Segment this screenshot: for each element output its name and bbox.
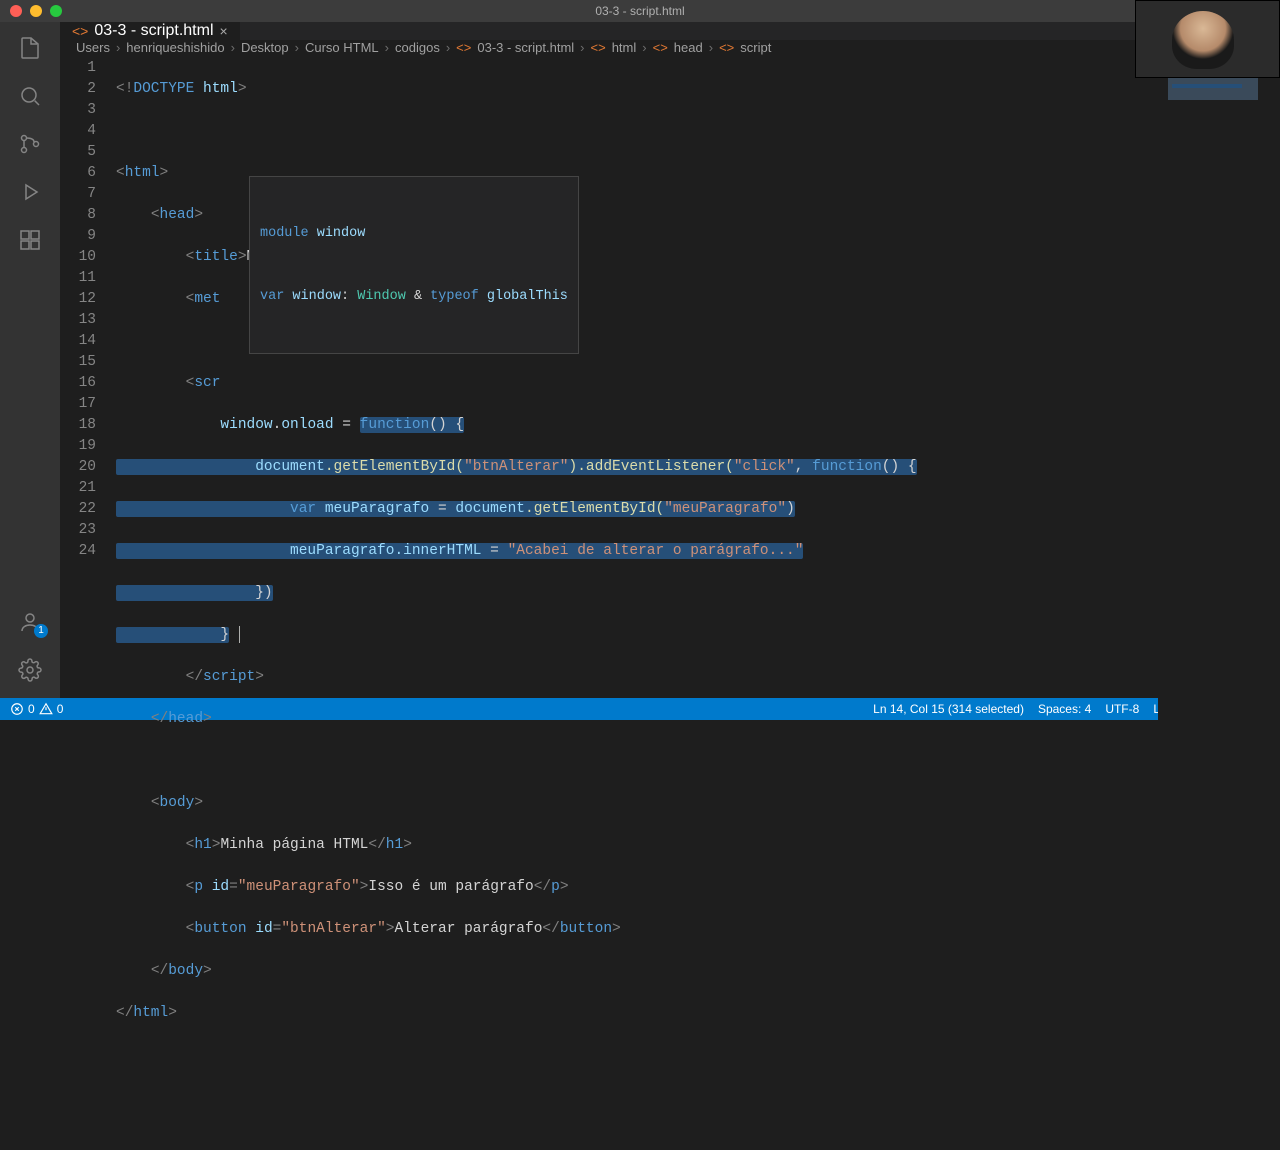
minimap[interactable]: [1158, 56, 1280, 1150]
accounts-icon[interactable]: 1: [16, 608, 44, 636]
tag-icon: <>: [653, 40, 668, 55]
errors-count: 0: [28, 702, 35, 716]
search-icon[interactable]: [16, 82, 44, 110]
breadcrumb-item[interactable]: Users: [76, 40, 110, 55]
run-debug-icon[interactable]: [16, 178, 44, 206]
breadcrumb-item[interactable]: henriqueshishido: [126, 40, 224, 55]
explorer-icon[interactable]: [16, 34, 44, 62]
editor-tabs: <> 03-3 - script.html ×: [60, 22, 1280, 40]
line-number-gutter: 123456789101112131415161718192021222324: [60, 56, 116, 1150]
html-file-icon: <>: [456, 40, 471, 55]
breadcrumb-item[interactable]: head: [674, 40, 703, 55]
breadcrumb-item[interactable]: Curso HTML: [305, 40, 379, 55]
code-content[interactable]: <!DOCTYPE html> <html> <head> <title>Min…: [116, 56, 1158, 1150]
breadcrumbs[interactable]: Users› henriqueshishido› Desktop› Curso …: [60, 40, 1280, 56]
breadcrumb-item[interactable]: codigos: [395, 40, 440, 55]
tab-label: 03-3 - script.html: [94, 22, 213, 40]
accounts-badge: 1: [34, 624, 48, 638]
titlebar: 03-3 - script.html: [0, 0, 1280, 22]
breadcrumb-item[interactable]: script: [740, 40, 771, 55]
window-controls: [0, 5, 62, 17]
code-editor[interactable]: 123456789101112131415161718192021222324 …: [60, 56, 1280, 1150]
minimize-window-button[interactable]: [30, 5, 42, 17]
breadcrumb-item[interactable]: Desktop: [241, 40, 289, 55]
source-control-icon[interactable]: [16, 130, 44, 158]
close-tab-icon[interactable]: ×: [220, 23, 228, 39]
extensions-icon[interactable]: [16, 226, 44, 254]
status-errors[interactable]: 0 0: [10, 702, 63, 716]
webcam-overlay: [1135, 0, 1280, 78]
tab-scripthtml[interactable]: <> 03-3 - script.html ×: [60, 22, 241, 40]
settings-gear-icon[interactable]: [16, 656, 44, 684]
maximize-window-button[interactable]: [50, 5, 62, 17]
breadcrumb-item[interactable]: 03-3 - script.html: [477, 40, 574, 55]
tag-icon: <>: [719, 40, 734, 55]
window-title: 03-3 - script.html: [595, 4, 684, 18]
close-window-button[interactable]: [10, 5, 22, 17]
breadcrumb-item[interactable]: html: [612, 40, 637, 55]
activity-bar: 1: [0, 22, 60, 698]
intellisense-hover: module window var window: Window & typeo…: [249, 176, 579, 354]
html-file-icon: <>: [72, 23, 88, 39]
tag-icon: <>: [591, 40, 606, 55]
